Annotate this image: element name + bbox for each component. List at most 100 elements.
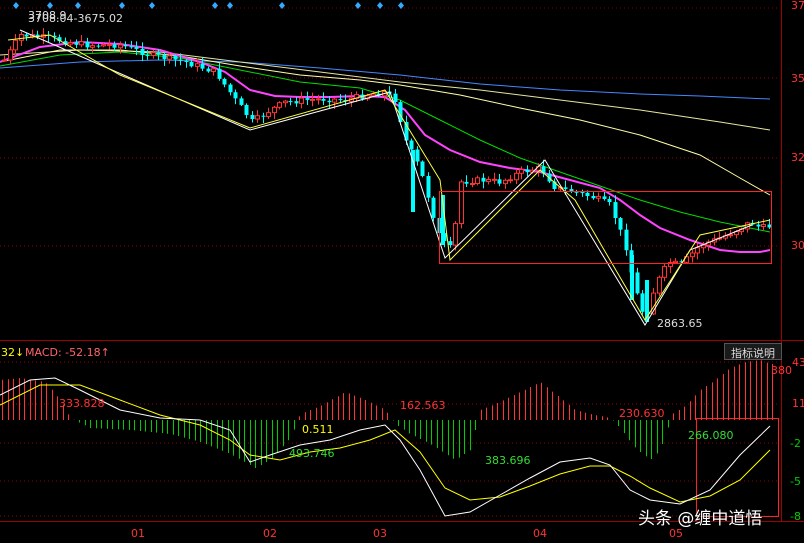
candle-body [19,34,24,41]
candle-body [448,241,453,246]
candle-body [459,181,464,225]
candle-body [503,179,508,185]
candle-body [8,49,13,61]
candle-body [206,68,211,72]
candle-body [195,63,200,67]
candle-body [151,52,156,56]
macd-label-1: 333.828 [59,397,105,410]
macd-y-tick-m2: -2 [790,437,801,450]
candle-body [640,293,645,312]
candle-body [321,98,326,101]
macd-label-4: 162.563 [400,399,446,412]
candle-body [761,224,766,227]
candle-body [580,192,585,194]
candle-body [101,44,106,47]
candle-body [228,84,233,93]
candle-body [2,59,7,62]
candle-body [486,178,491,183]
x-tick-03: 03 [373,527,387,540]
candle-body [140,48,145,55]
y-tick-37: 37 [791,0,804,12]
candle-body [519,169,524,174]
candle-body [74,42,79,45]
candle-body [613,202,618,219]
candle-body [624,229,629,251]
candle-body [426,175,431,198]
macd-label-5: 383.696 [485,454,531,467]
candle-body [695,247,700,254]
candle-body [409,140,414,150]
macd-label-7: 266.080 [688,429,734,442]
candle-body [310,98,315,101]
candle-body [393,93,398,103]
event-marker-0 [13,2,19,9]
annotation-top-range: 3708.04-3675.02 [28,12,123,25]
candle-body [178,59,183,61]
candle-body [118,44,123,49]
candle-body [277,102,282,108]
x-tick-02: 02 [263,527,277,540]
candle-body [272,106,277,114]
candle-body [283,100,288,104]
candle-body [189,61,194,67]
macd-label-2: 0.511 [302,423,334,436]
candle-body [475,177,480,185]
candle-body [255,115,260,120]
candle-body [431,197,436,218]
candle-body [123,44,128,47]
candle-body [514,172,519,181]
candle-body [585,192,590,197]
candle-body [162,54,167,60]
y-tick-35: 35 [791,72,804,85]
macd-y-tick-43: 43 [792,356,804,369]
candle-body [657,276,662,294]
candle-body [250,114,255,120]
candle-body [453,223,458,246]
macd-label-3: 493.746 [289,447,335,460]
macd-y-tick-11: 11 [792,397,804,410]
candle-body [635,272,640,294]
candle-body [211,68,216,72]
candle-body [316,98,321,101]
annotation-low: 2863.65 [657,317,703,330]
candle-body [591,196,596,199]
candle-body [662,265,667,278]
candle-body [79,41,84,46]
candle-body [107,43,112,46]
candle-body [607,198,612,203]
candle-body-long-3 [645,280,649,322]
candle-body [464,181,469,184]
candle-body [173,55,178,60]
candle-body [563,187,568,190]
y-tick-30: 30 [791,239,804,252]
candle-body [90,45,95,48]
candle-body [525,169,530,173]
candle-body [673,260,678,264]
candle-body [222,78,227,85]
ma-green [0,51,771,233]
candle-body [492,178,497,181]
candle-body-long-2 [630,255,634,300]
x-tick-04: 04 [533,527,547,540]
candle-body [167,55,172,60]
candle-body [244,104,249,115]
candle-body [756,224,761,227]
candle-body [497,179,502,184]
candle-body [134,46,139,49]
candle-body [470,183,475,186]
watermark: 头条 @缠中道悟 [638,509,763,529]
candle-body [767,224,772,228]
candle-body [305,98,310,100]
candle-body [690,252,695,258]
macd-panel [0,360,773,517]
event-marker-9 [377,2,383,9]
candle-body [728,234,733,237]
indicator-explain-button[interactable]: 指标说明 [724,343,782,360]
macd-y-tick-m8: -8 [790,510,801,523]
event-marker-4 [149,2,155,9]
candle-body [129,46,134,48]
candle-body [184,60,189,62]
candle-body [420,161,425,176]
candle-body [112,44,117,48]
candle-body-long-0 [411,150,415,212]
